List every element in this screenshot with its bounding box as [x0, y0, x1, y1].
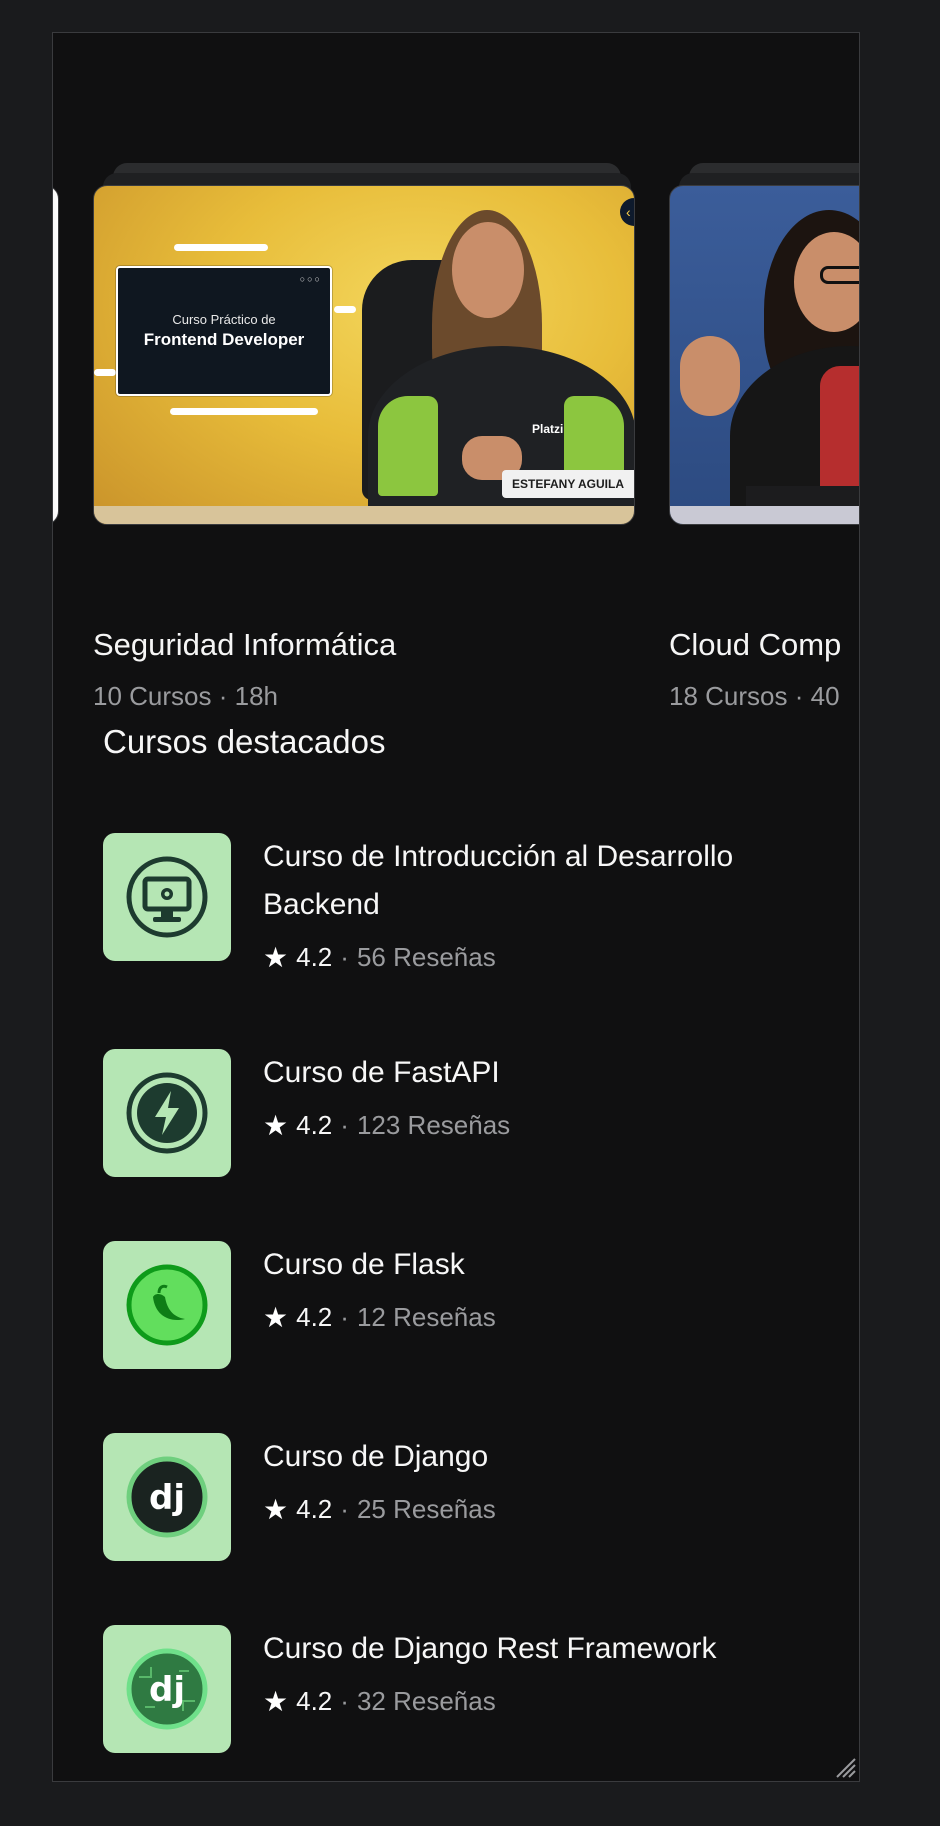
decorative-line — [94, 369, 116, 376]
path-card-title[interactable]: Seguridad Informática — [93, 627, 396, 663]
separator: · — [340, 1686, 349, 1716]
course-item[interactable]: Curso de Flask ★ 4.2 · 12 Reseñas — [103, 1241, 833, 1371]
course-title[interactable]: Curso de Flask — [263, 1241, 823, 1289]
course-rating-row: ★ 4.2 · 32 Reseñas — [263, 1685, 496, 1718]
path-card-meta: 18 Cursos · 40 — [669, 681, 840, 711]
course-rating-row: ★ 4.2 · 56 Reseñas — [263, 941, 496, 974]
django-icon-text: dj — [149, 1478, 185, 1518]
course-reviews: 32 Reseñas — [356, 1686, 496, 1716]
star-icon: ★ — [263, 1494, 289, 1525]
decorative-line — [170, 408, 318, 415]
featured-courses-heading: Cursos destacados — [103, 723, 386, 760]
course-reviews: 25 Reseñas — [356, 1494, 496, 1524]
course-item[interactable]: Curso de Introducción al Desarrollo Back… — [103, 833, 833, 993]
star-icon: ★ — [263, 1110, 289, 1141]
decorative-line — [334, 306, 356, 313]
presenter-name-tag: ESTEFANY AGUILA — [501, 470, 634, 498]
arrow-icon: ‹ — [620, 198, 634, 226]
card-thumbnail[interactable] — [669, 185, 859, 525]
thumb-subtitle: Curso Práctico de — [172, 312, 276, 327]
learning-paths-carousel[interactable]: ○○○ Curso Práctico de Frontend Developer… — [53, 33, 859, 711]
course-reviews: 56 Reseñas — [356, 942, 496, 972]
platzi-logo: Platzi — [532, 422, 564, 436]
course-rating: 4.2 — [296, 1494, 333, 1524]
presenter-hand — [680, 336, 740, 416]
course-rating-row: ★ 4.2 · 12 Reseñas — [263, 1301, 496, 1334]
flask-pepper-icon — [103, 1241, 231, 1369]
resize-handle-icon[interactable] — [829, 1751, 857, 1779]
separator: · — [340, 1494, 349, 1524]
django-icon: dj — [103, 1433, 231, 1561]
fastapi-bolt-icon — [103, 1049, 231, 1177]
star-icon: ★ — [263, 942, 289, 973]
course-reviews: 12 Reseñas — [356, 1302, 496, 1332]
backend-monitor-icon — [103, 833, 231, 961]
glasses-icon — [820, 266, 859, 284]
course-rating-row: ★ 4.2 · 25 Reseñas — [263, 1493, 496, 1526]
app-window: ○○○ Curso Práctico de Frontend Developer… — [52, 32, 860, 1782]
separator: · — [340, 1110, 349, 1140]
course-title[interactable]: Curso de Introducción al Desarrollo Back… — [263, 833, 823, 929]
course-title[interactable]: Curso de Django — [263, 1433, 823, 1481]
course-rating: 4.2 — [296, 1686, 333, 1716]
star-icon: ★ — [263, 1686, 289, 1717]
path-card-meta: 10 Cursos · 18h — [93, 681, 278, 711]
course-item[interactable]: Curso de FastAPI ★ 4.2 · 123 Reseñas — [103, 1049, 833, 1179]
star-icon: ★ — [263, 1302, 289, 1333]
window-dots-icon: ○○○ — [299, 274, 322, 284]
django-rest-icon: dj — [103, 1625, 231, 1753]
presenter-face — [452, 222, 524, 318]
card-thumbnail[interactable]: ○○○ Curso Práctico de Frontend Developer… — [93, 185, 635, 525]
course-rating: 4.2 — [296, 1110, 333, 1140]
desk-surface — [94, 506, 634, 524]
course-rating: 4.2 — [296, 1302, 333, 1332]
decorative-line — [174, 244, 268, 251]
course-title-window: ○○○ Curso Práctico de Frontend Developer — [116, 266, 332, 396]
previous-card-thumbnail[interactable] — [53, 185, 59, 525]
jacket-accent — [378, 396, 438, 496]
course-reviews: 123 Reseñas — [356, 1110, 511, 1140]
course-item[interactable]: dj Curso de Django Rest Framework ★ 4.2 … — [103, 1625, 833, 1755]
course-title[interactable]: Curso de Django Rest Framework — [263, 1625, 823, 1673]
course-title[interactable]: Curso de FastAPI — [263, 1049, 823, 1097]
separator: · — [340, 942, 349, 972]
path-card-title[interactable]: Cloud Comp — [669, 627, 841, 663]
separator: · — [340, 1302, 349, 1332]
course-item[interactable]: dj Curso de Django ★ 4.2 · 25 Reseñas — [103, 1433, 833, 1563]
course-rating: 4.2 — [296, 942, 333, 972]
django-rest-icon-text: dj — [149, 1670, 185, 1710]
desk-surface — [670, 506, 859, 524]
thumb-title: Frontend Developer — [143, 330, 305, 349]
course-rating-row: ★ 4.2 · 123 Reseñas — [263, 1109, 510, 1142]
